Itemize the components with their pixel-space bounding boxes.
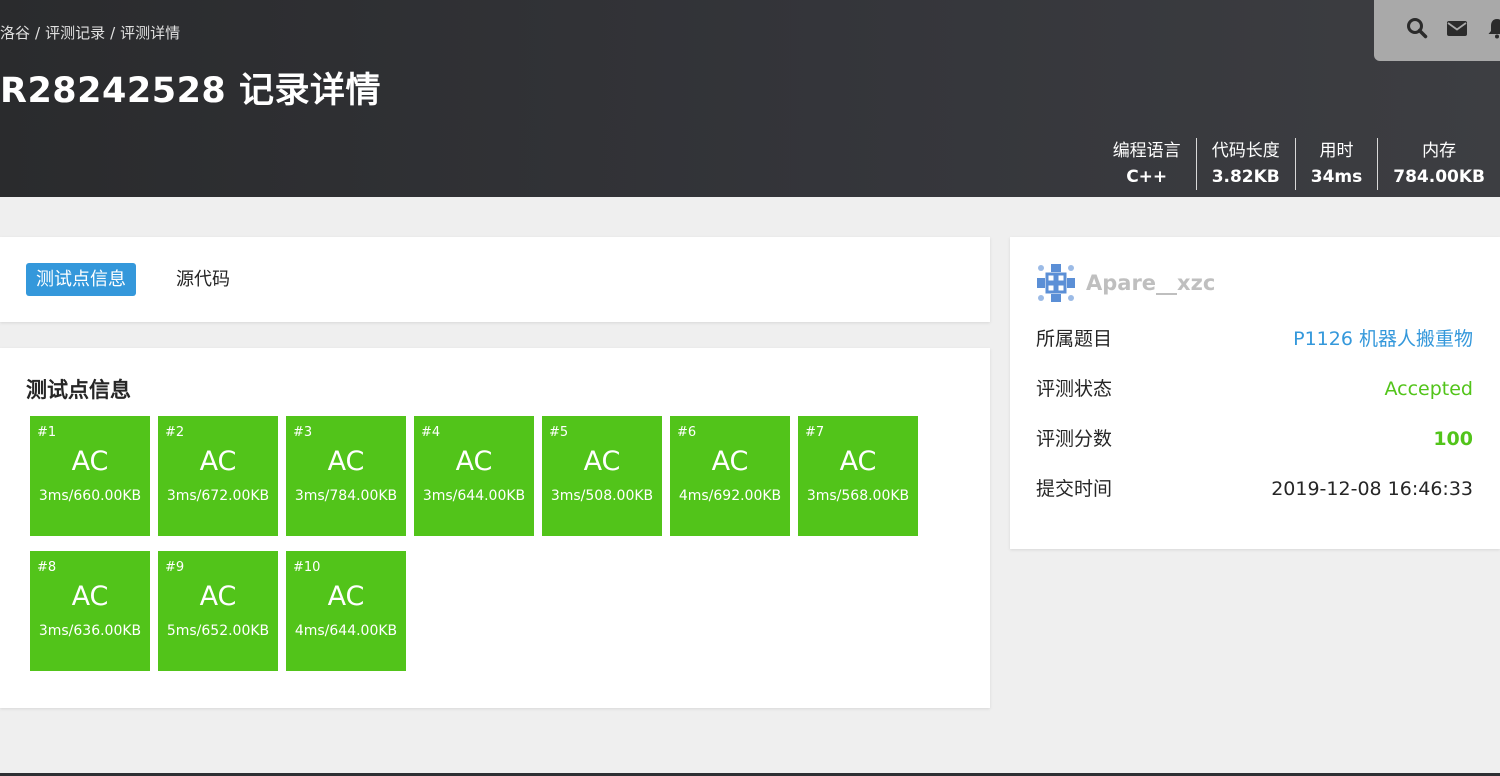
record-info-card: Apare__xzc 所属题目 P1126 机器人搬重物 评测状态 Accept… [1010, 237, 1500, 549]
mail-icon[interactable] [1446, 17, 1468, 39]
testcase-detail: 3ms/644.00KB [422, 488, 526, 504]
testcase-status: AC [327, 581, 365, 612]
testcase-tile[interactable]: #6 AC 4ms/692.00KB [670, 416, 790, 536]
testcase-id: #8 [37, 560, 57, 575]
username[interactable]: Apare__xzc [1086, 271, 1215, 295]
testcase-id: #2 [165, 425, 185, 440]
testcase-status: AC [327, 446, 365, 477]
record-stats: 编程语言 C++ 代码长度 3.82KB 用时 34ms 内存 784.00KB [1098, 138, 1500, 190]
submit-time-value: 2019-12-08 16:46:33 [1271, 478, 1473, 500]
testcase-id: #4 [421, 425, 441, 440]
testcase-tile[interactable]: #7 AC 3ms/568.00KB [798, 416, 918, 536]
stat-value: C++ [1126, 167, 1168, 187]
breadcrumb-current: 评测详情 [120, 24, 181, 42]
testcase-id: #5 [549, 425, 569, 440]
testcase-detail: 3ms/508.00KB [550, 488, 654, 504]
page-header: 洛谷 / 评测记录 / 评测详情 R28242528 记录详情 编程语言 C++ 代码长… [0, 0, 1500, 197]
testcase-tile[interactable]: #1 AC 3ms/660.00KB [30, 416, 150, 536]
breadcrumb-separator: / [35, 24, 41, 42]
testcase-tile[interactable]: #9 AC 5ms/652.00KB [158, 551, 278, 671]
info-row-submit-time: 提交时间 2019-12-08 16:46:33 [1036, 474, 1473, 504]
stat-label: 用时 [1319, 141, 1354, 161]
breadcrumb-separator: / [110, 24, 116, 42]
testcase-status: AC [199, 581, 237, 612]
stat-label: 代码长度 [1211, 141, 1280, 161]
breadcrumb-home[interactable]: 洛谷 [0, 24, 30, 42]
testcase-tile[interactable]: #10 AC 4ms/644.00KB [286, 551, 406, 671]
testcase-detail: 4ms/644.00KB [294, 623, 398, 639]
testcase-tile[interactable]: #8 AC 3ms/636.00KB [30, 551, 150, 671]
status-label: 评测状态 [1036, 378, 1113, 400]
testcase-grid: #1 AC 3ms/660.00KB #2 AC 3ms/672.00KB #3 AC 3ms/… [30, 416, 930, 686]
avatar[interactable] [1036, 263, 1076, 303]
tabs-card: 测试点信息 源代码 [0, 237, 990, 322]
score-value: 100 [1433, 428, 1473, 450]
problem-link[interactable]: P1126 机器人搬重物 [1293, 324, 1473, 354]
testcase-detail: 3ms/784.00KB [294, 488, 398, 504]
info-row-status: 评测状态 Accepted [1036, 374, 1473, 404]
search-icon[interactable] [1406, 17, 1428, 39]
submitter: Apare__xzc [1036, 263, 1215, 303]
testcase-tile[interactable]: #3 AC 3ms/784.00KB [286, 416, 406, 536]
breadcrumb: 洛谷 / 评测记录 / 评测详情 [0, 22, 180, 43]
testcase-detail: 3ms/660.00KB [38, 488, 142, 504]
testcase-detail: 3ms/636.00KB [38, 623, 142, 639]
stat-memory: 内存 784.00KB [1377, 138, 1500, 190]
stat-value: 784.00KB [1393, 167, 1485, 187]
stat-value: 34ms [1310, 167, 1363, 187]
tab-testcases[interactable]: 测试点信息 [26, 263, 136, 296]
page-title: R28242528 记录详情 [0, 71, 381, 111]
status-value: Accepted [1384, 378, 1473, 400]
bell-icon[interactable] [1486, 17, 1500, 39]
testcase-tile[interactable]: #4 AC 3ms/644.00KB [414, 416, 534, 536]
stat-value: 3.82KB [1211, 167, 1280, 187]
testcase-detail: 4ms/692.00KB [678, 488, 782, 504]
testcase-id: #10 [293, 560, 321, 575]
testcases-title: 测试点信息 [26, 378, 131, 402]
testcase-detail: 3ms/672.00KB [166, 488, 270, 504]
stat-code-length: 代码长度 3.82KB [1195, 138, 1295, 190]
testcase-status: AC [583, 446, 621, 477]
testcase-status: AC [711, 446, 749, 477]
testcase-tile[interactable]: #5 AC 3ms/508.00KB [542, 416, 662, 536]
user-nav-panel [1374, 0, 1500, 61]
testcase-id: #6 [677, 425, 697, 440]
stat-language: 编程语言 C++ [1098, 138, 1196, 190]
testcases-card: 测试点信息 #1 AC 3ms/660.00KB #2 AC 3ms/672.00KB #3… [0, 348, 990, 708]
testcase-tile[interactable]: #2 AC 3ms/672.00KB [158, 416, 278, 536]
testcase-detail: 3ms/568.00KB [806, 488, 910, 504]
testcase-status: AC [71, 446, 109, 477]
stat-time: 用时 34ms [1294, 138, 1378, 190]
testcase-status: AC [455, 446, 493, 477]
info-row-score: 评测分数 100 [1036, 424, 1473, 454]
testcase-status: AC [199, 446, 237, 477]
breadcrumb-records[interactable]: 评测记录 [45, 24, 105, 42]
testcase-id: #1 [37, 425, 57, 440]
tab-source-code[interactable]: 源代码 [166, 263, 240, 296]
testcase-id: #9 [165, 560, 185, 575]
testcase-id: #3 [293, 425, 313, 440]
score-label: 评测分数 [1036, 428, 1113, 450]
testcase-status: AC [71, 581, 109, 612]
info-row-problem: 所属题目 P1126 机器人搬重物 [1036, 324, 1473, 354]
testcase-status: AC [839, 446, 877, 477]
stat-label: 编程语言 [1112, 141, 1181, 161]
testcase-id: #7 [805, 425, 825, 440]
testcase-detail: 5ms/652.00KB [166, 623, 270, 639]
stat-label: 内存 [1422, 141, 1457, 161]
submit-time-label: 提交时间 [1036, 478, 1113, 500]
problem-label: 所属题目 [1036, 328, 1113, 350]
